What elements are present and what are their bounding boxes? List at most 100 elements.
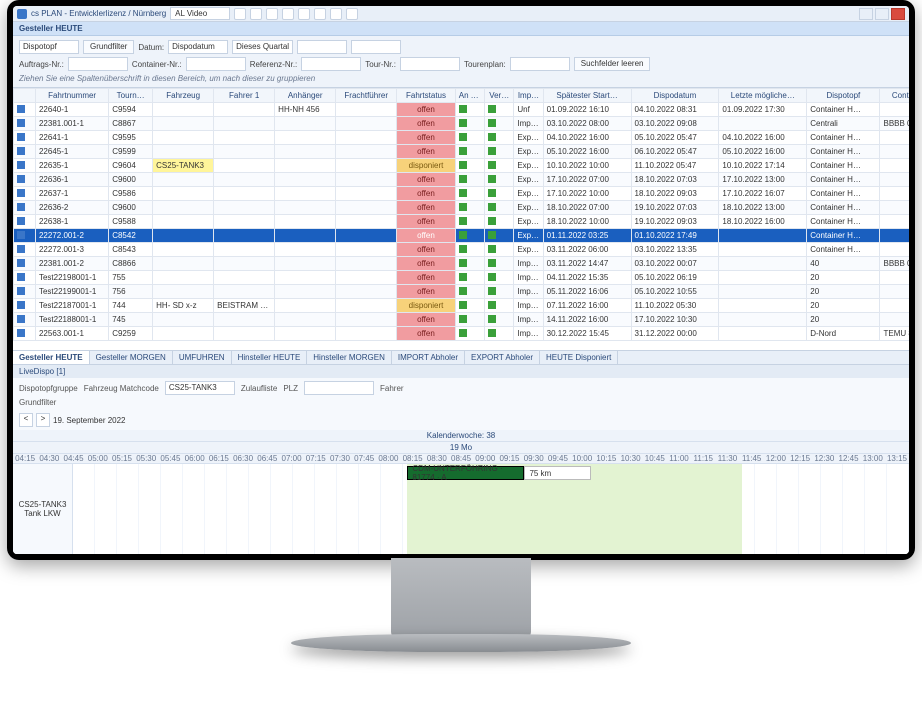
view-tab[interactable]: Hinsteller MORGEN [307,351,392,364]
dispotopf-select[interactable]: Dispotopf [19,40,79,54]
column-header[interactable]: Fahrtnummer [35,89,108,103]
table-row[interactable]: 22645-1C9599offenExp…05.10.2022 16:0006.… [14,145,910,159]
datum-mode-select[interactable]: Dispodatum [168,40,228,54]
view-tab[interactable]: Gesteller HEUTE [13,351,90,364]
table-cell: 05.10.2022 16:00 [719,145,807,159]
table-cell [719,243,807,257]
table-row[interactable]: 22563.001-1C9259offenImp…30.12.2022 15:4… [14,327,910,341]
table-cell: Test22199001-1 [35,285,108,299]
timeline-track[interactable]: CDM-UNTERFÖHRING · 81774 · A 75 km [73,464,909,554]
table-cell [455,117,484,131]
date-prev-button[interactable]: < [19,413,33,427]
calendar-day: 19 Mo [13,441,909,453]
table-cell: 22641-1 [35,131,108,145]
minimize-button[interactable] [859,8,873,20]
containernr-input[interactable] [186,57,246,71]
table-row[interactable]: 22636-1C9600offenExp…17.10.2022 07:0018.… [14,173,910,187]
table-cell: 07.11.2022 16:00 [543,299,631,313]
column-header[interactable]: Fahrtstatus [397,89,456,103]
view-tab[interactable]: Hinsteller HEUTE [232,351,308,364]
table-cell: 10.10.2022 10:00 [543,159,631,173]
titlebar-selector[interactable]: AL Video [170,7,230,20]
table-row[interactable]: 22635-1C9604CS25-TANK3disponiertExp…10.1… [14,159,910,173]
table-cell: offen [397,117,456,131]
tournr-input[interactable] [400,57,460,71]
table-row[interactable]: 22381.001-2C8866offenImp…03.11.2022 14:4… [14,257,910,271]
table-row[interactable]: 22637-1C9586offenExp…17.10.2022 10:0018.… [14,187,910,201]
view-tab[interactable]: HEUTE Disponiert [540,351,618,364]
table-cell [455,243,484,257]
column-header[interactable]: Fahrer 1 [214,89,275,103]
table-row[interactable]: Test22187001-1744HH- SD x-zBEISTRAM W…di… [14,299,910,313]
table-row[interactable]: 22641-1C9595offenExp…04.10.2022 16:0005.… [14,131,910,145]
table-row[interactable]: 22640-1C9594HH-NH 456offenUnf01.09.2022 … [14,103,910,117]
table-cell: 20 [807,313,880,327]
table-row[interactable]: 22381.001-1C8867offenImp…03.10.2022 08:0… [14,117,910,131]
table-cell [485,271,514,285]
clear-search-button[interactable]: Suchfelder leeren [574,57,651,71]
toolbar-icon[interactable] [330,8,342,20]
table-row[interactable]: 22272.001-3C8543offenExp…03.11.2022 06:0… [14,243,910,257]
column-header[interactable]: Fahrzeug [153,89,214,103]
data-grid[interactable]: FahrtnummerTourn…FahrzeugFahrer 1Anhänge… [13,88,909,350]
view-tab[interactable]: EXPORT Abholer [465,351,540,364]
toolbar-icon[interactable] [282,8,294,20]
table-cell: Test22188001-1 [35,313,108,327]
toolbar-icon[interactable] [266,8,278,20]
column-header[interactable]: Dispodatum [631,89,719,103]
table-row[interactable]: Test22199001-1756offenImp…05.11.2022 16:… [14,285,910,299]
column-header[interactable]: Anhänger [275,89,336,103]
view-tab[interactable]: Gesteller MORGEN [90,351,173,364]
table-cell [455,271,484,285]
tourenplan-input[interactable] [510,57,570,71]
table-row[interactable]: 22636-2C9600offenExp…18.10.2022 07:0019.… [14,201,910,215]
column-header[interactable]: Letzte mögliche… [719,89,807,103]
column-header[interactable]: Ver… [485,89,514,103]
trip-bar[interactable]: CDM-UNTERFÖHRING · 81774 · A [407,466,524,480]
fahrer-label: Fahrer [380,384,404,393]
view-tab[interactable]: IMPORT Abholer [392,351,465,364]
column-header[interactable]: Imp… [514,89,543,103]
fahrzeug-matchcode-input[interactable]: CS25-TANK3 [165,381,235,395]
table-cell: 01.09.2022 16:10 [543,103,631,117]
table-cell [14,285,36,299]
table-cell [485,285,514,299]
plz-input[interactable] [304,381,374,395]
distance-bar[interactable]: 75 km [524,466,591,480]
table-cell: disponiert [397,159,456,173]
date-from-input[interactable] [297,40,347,54]
date-to-input[interactable] [351,40,401,54]
date-next-button[interactable]: > [36,413,50,427]
table-cell: offen [397,131,456,145]
column-header[interactable]: Frachtführer [336,89,397,103]
table-cell [14,145,36,159]
close-button[interactable] [891,8,905,20]
grundfilter-button[interactable]: Grundfilter [83,40,134,54]
toolbar-icon[interactable] [298,8,310,20]
maximize-button[interactable] [875,8,889,20]
column-header[interactable]: Containernummer [880,89,909,103]
table-cell [214,229,275,243]
containernr-label: Container-Nr.: [132,60,182,69]
toolbar-icon[interactable] [346,8,358,20]
table-row[interactable]: 22272.001-2C8542offenExp…01.11.2022 03:2… [14,229,910,243]
table-cell: BBBB 000.025-7 [880,117,909,131]
column-header[interactable]: Spätester Start… [543,89,631,103]
toolbar-icon[interactable] [234,8,246,20]
toolbar-icon[interactable] [314,8,326,20]
date-range-select[interactable]: Dieses Quartal [232,40,293,54]
column-header[interactable]: Tourn… [109,89,153,103]
table-row[interactable]: Test22188001-1745offenImp…14.11.2022 16:… [14,313,910,327]
monitor-base [291,634,631,652]
table-cell [719,229,807,243]
referenznr-input[interactable] [301,57,361,71]
auftragsnr-input[interactable] [68,57,128,71]
table-row[interactable]: Test22198001-1755offenImp…04.11.2022 15:… [14,271,910,285]
time-tick: 04:30 [37,453,61,463]
table-cell [214,201,275,215]
column-header[interactable]: An T… [455,89,484,103]
column-header[interactable]: Dispotopf [807,89,880,103]
toolbar-icon[interactable] [250,8,262,20]
table-row[interactable]: 22638-1C9588offenExp…18.10.2022 10:0019.… [14,215,910,229]
view-tab[interactable]: UMFUHREN [173,351,232,364]
